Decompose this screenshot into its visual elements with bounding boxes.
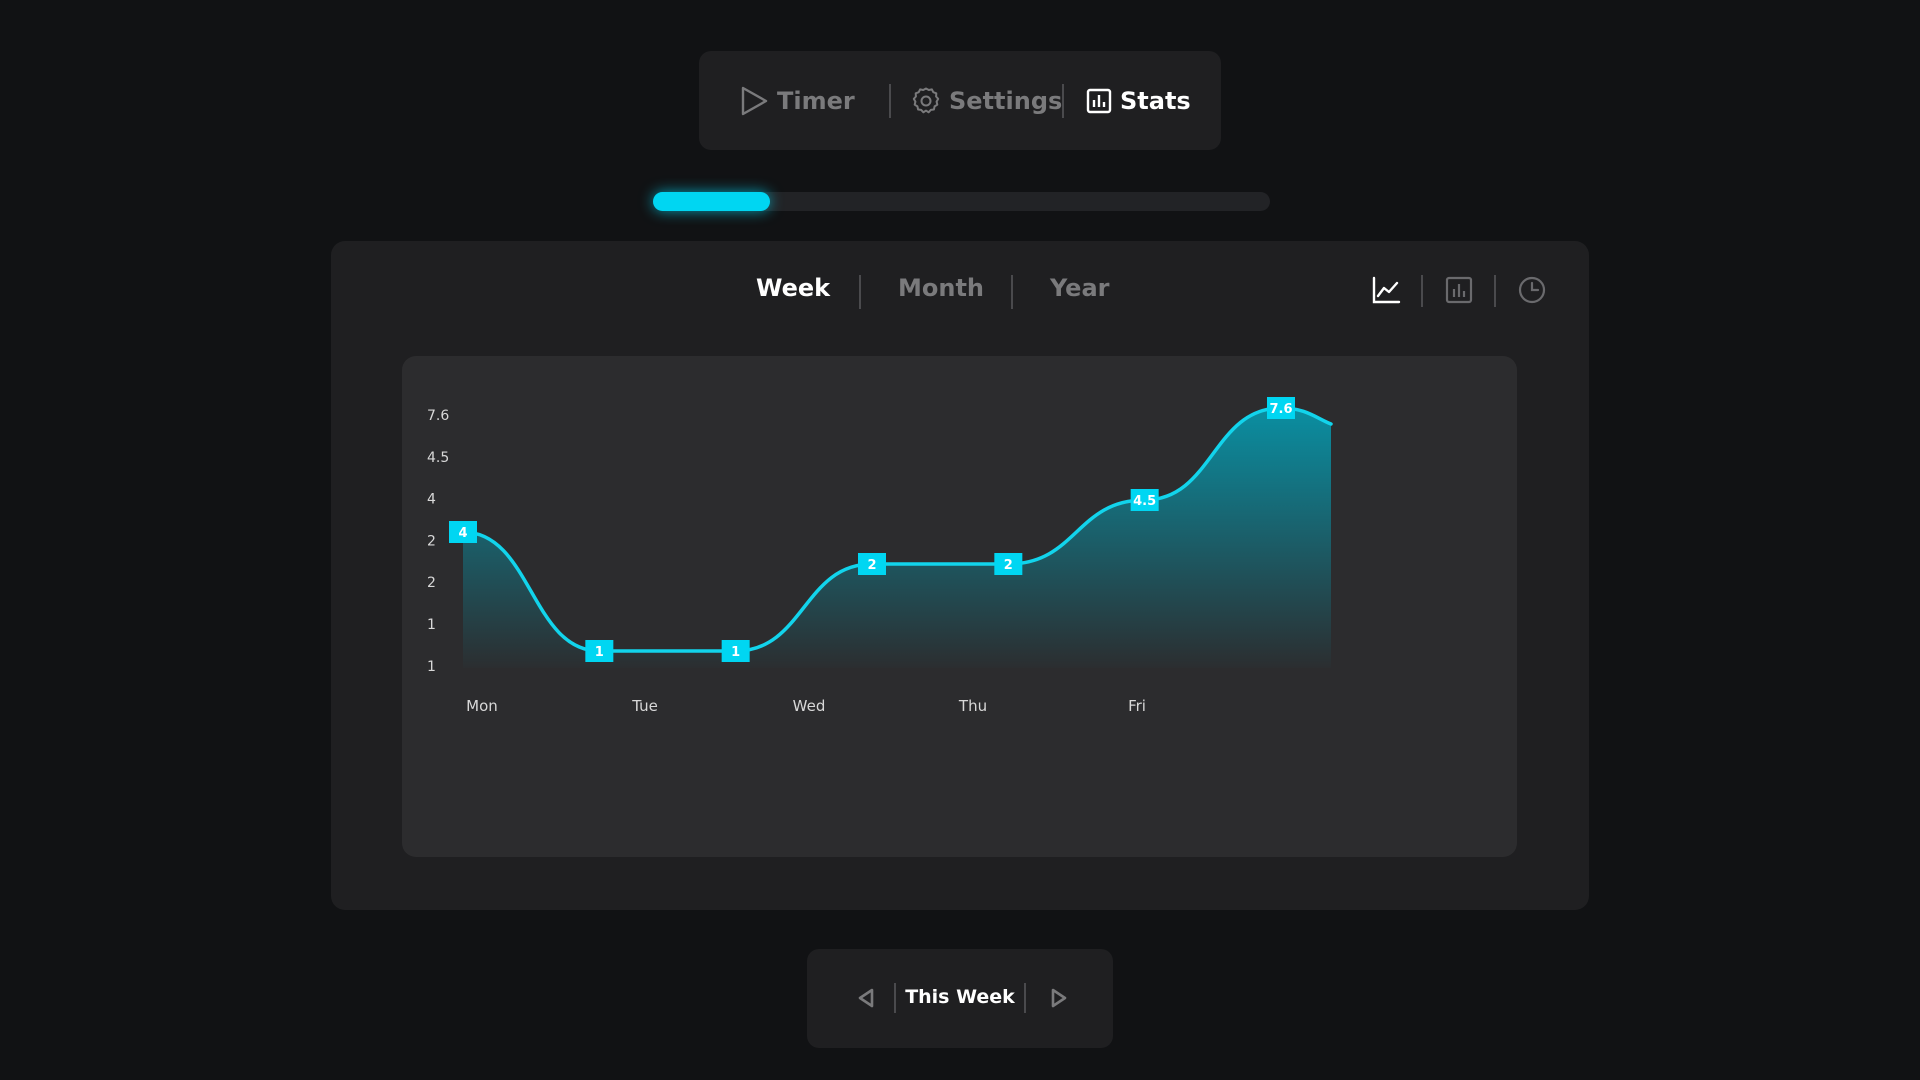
nav-stats-label: Stats xyxy=(1120,86,1191,115)
view-divider xyxy=(1421,275,1423,307)
data-point: 2 xyxy=(858,553,886,575)
x-tick-label: Wed xyxy=(793,697,826,715)
range-divider xyxy=(1024,983,1026,1013)
nav-settings-label: Settings xyxy=(949,86,1063,115)
next-week-button[interactable] xyxy=(1044,983,1074,1013)
progress-bar xyxy=(653,192,1270,211)
data-label: 2 xyxy=(867,558,876,573)
bar-chart-icon xyxy=(1445,276,1473,304)
tab-divider xyxy=(1011,275,1013,309)
nav-divider xyxy=(889,84,891,118)
triangle-right-icon xyxy=(1051,988,1067,1008)
gear-icon xyxy=(912,87,940,113)
top-nav: Timer Settings Stats xyxy=(699,51,1221,150)
range-selector: This Week xyxy=(807,949,1113,1048)
area-chart: 7.64.542211 SatSunMonTueWedThuFri 411224… xyxy=(427,397,1333,715)
view-divider xyxy=(1494,275,1496,307)
data-point: 2 xyxy=(994,553,1023,575)
bar-view-button[interactable] xyxy=(1441,272,1477,308)
data-point: 1 xyxy=(585,640,614,662)
data-label: 1 xyxy=(731,645,740,660)
stats-panel: Week Month Year 7.6 4.5 4 2 2 1 1 Mon Tu… xyxy=(331,241,1589,910)
data-point: 7.6 xyxy=(1267,397,1295,419)
y-tick-label: 4 xyxy=(427,492,436,508)
y-tick-label: 2 xyxy=(427,575,436,591)
x-tick-label: Fri xyxy=(1128,697,1146,715)
data-label: 2 xyxy=(1004,558,1013,573)
data-label: 1 xyxy=(595,645,604,660)
clock-view-button[interactable] xyxy=(1514,272,1550,308)
x-tick-label: Tue xyxy=(631,697,658,715)
nav-timer[interactable]: Timer xyxy=(739,51,855,150)
x-tick-label: Thu xyxy=(958,697,987,715)
bar-chart-icon xyxy=(1086,88,1112,113)
chart-card: 7.64.542211 SatSunMonTueWedThuFri 411224… xyxy=(402,356,1517,857)
y-tick-label: 4.5 xyxy=(427,450,449,466)
y-tick-label: 1 xyxy=(427,659,436,675)
nav-settings[interactable]: Settings xyxy=(911,51,1062,150)
tab-year[interactable]: Year xyxy=(1050,274,1109,302)
y-tick-label: 1 xyxy=(427,617,436,633)
play-icon xyxy=(741,86,768,115)
nav-divider xyxy=(1062,84,1064,118)
data-label: 7.6 xyxy=(1269,402,1292,417)
line-view-button[interactable] xyxy=(1368,272,1404,308)
clock-icon xyxy=(1518,276,1546,304)
series-area xyxy=(463,408,1331,668)
nav-stats[interactable]: Stats xyxy=(1086,51,1191,150)
line-chart-icon xyxy=(1372,276,1401,304)
data-point: 4 xyxy=(449,521,477,543)
y-tick-label: 7.6 xyxy=(427,408,449,424)
data-point: 1 xyxy=(721,640,750,662)
nav-timer-label: Timer xyxy=(777,86,855,115)
tab-month[interactable]: Month xyxy=(898,274,984,302)
tab-divider xyxy=(859,275,861,309)
data-label: 4 xyxy=(458,526,467,541)
y-tick-label: 2 xyxy=(427,533,436,549)
data-label: 4.5 xyxy=(1133,494,1156,509)
data-point: 4.5 xyxy=(1130,489,1159,511)
tab-week[interactable]: Week xyxy=(756,274,830,302)
x-tick-label: Mon xyxy=(466,697,498,715)
progress-fill xyxy=(653,192,771,211)
